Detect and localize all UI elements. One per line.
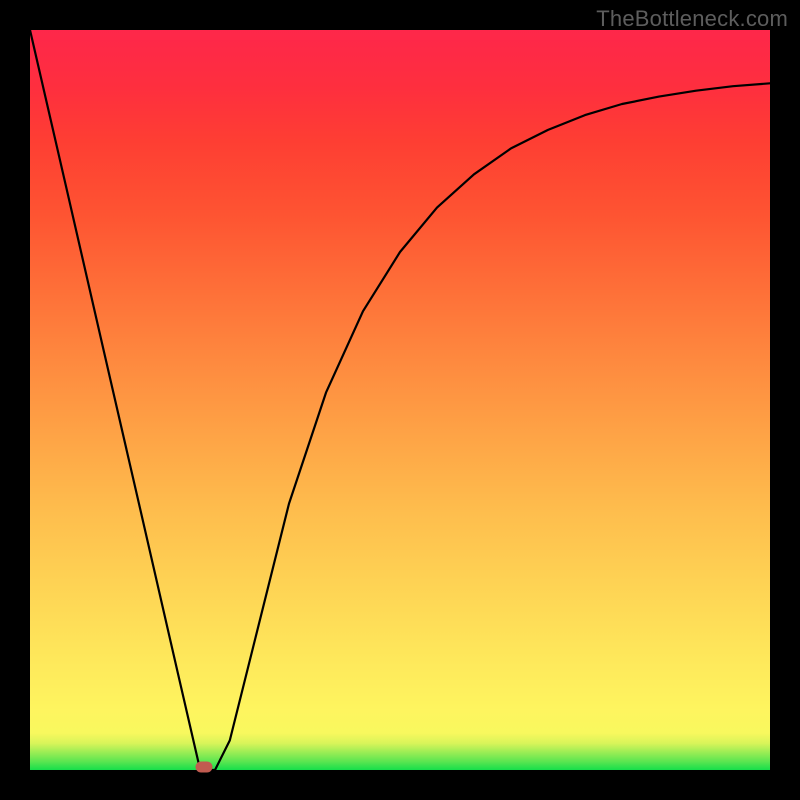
bottleneck-curve <box>30 30 770 770</box>
chart-frame: TheBottleneck.com <box>0 0 800 800</box>
optimal-point-marker <box>195 762 212 773</box>
attribution-text: TheBottleneck.com <box>596 6 788 32</box>
